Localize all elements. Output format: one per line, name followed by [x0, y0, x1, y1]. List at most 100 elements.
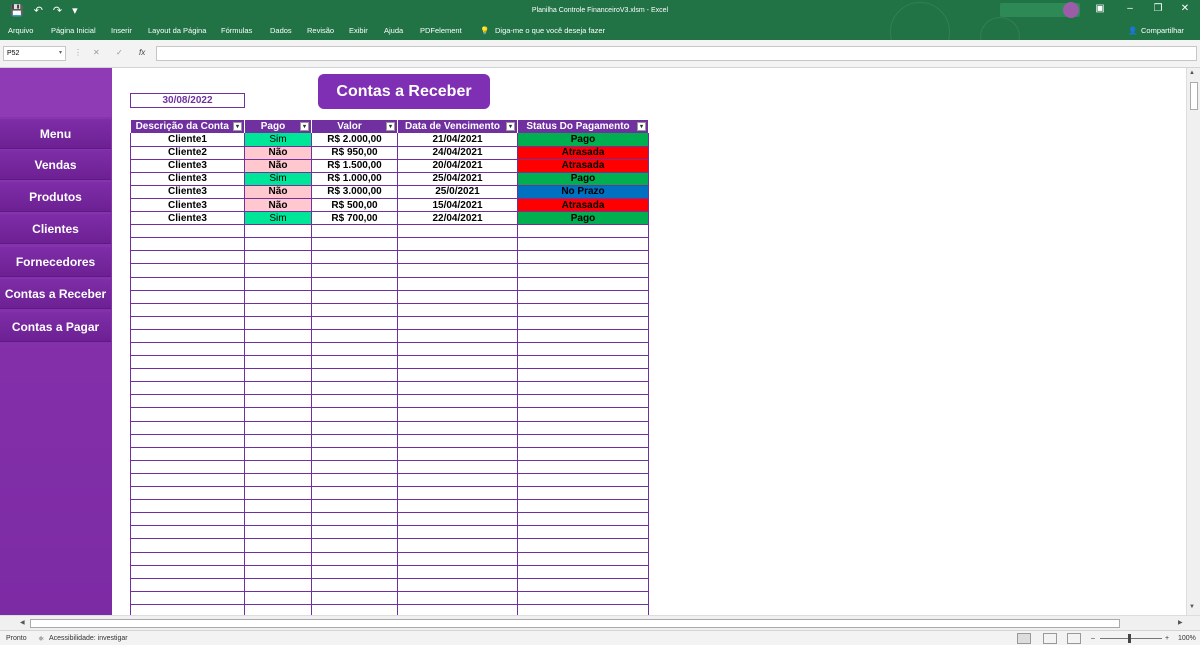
table-cell[interactable] — [130, 381, 245, 396]
scroll-down-icon[interactable]: ▼ — [1189, 604, 1195, 610]
table-cell[interactable] — [244, 552, 312, 566]
table-cell[interactable] — [244, 473, 312, 488]
table-cell[interactable] — [311, 263, 398, 278]
table-cell[interactable] — [517, 591, 649, 605]
table-cell[interactable] — [397, 329, 518, 344]
filter-dropdown-icon[interactable]: ▾ — [506, 122, 515, 131]
table-cell[interactable]: Cliente3 — [130, 211, 245, 226]
table-cell[interactable] — [130, 263, 245, 278]
table-cell[interactable] — [130, 368, 245, 383]
table-cell[interactable]: Cliente3 — [130, 198, 245, 213]
table-cell[interactable] — [244, 447, 312, 461]
zoom-slider[interactable] — [1100, 638, 1162, 639]
table-cell[interactable]: Sim — [244, 211, 312, 226]
table-cell[interactable] — [244, 303, 312, 317]
table-cell[interactable] — [517, 381, 649, 396]
table-cell[interactable] — [311, 224, 398, 239]
column-header[interactable]: Status Do Pagamento ▾ — [517, 120, 649, 133]
table-cell[interactable] — [517, 486, 649, 501]
restore-icon[interactable]: ❐ — [1148, 3, 1168, 14]
zoom-out-icon[interactable]: – — [1091, 635, 1095, 642]
table-cell[interactable]: Cliente2 — [130, 146, 245, 160]
page-title[interactable]: Contas a Receber — [318, 74, 490, 109]
table-cell[interactable]: Atrasada — [517, 198, 649, 213]
table-cell[interactable] — [311, 355, 398, 370]
table-cell[interactable]: Sim — [244, 133, 312, 147]
table-cell[interactable] — [244, 237, 312, 252]
filter-dropdown-icon[interactable]: ▾ — [233, 122, 242, 131]
table-cell[interactable] — [517, 552, 649, 566]
table-cell[interactable] — [130, 250, 245, 265]
table-cell[interactable] — [244, 316, 312, 330]
table-cell[interactable] — [397, 512, 518, 527]
tab-ajuda[interactable]: Ajuda — [384, 26, 403, 35]
close-icon[interactable]: ✕ — [1175, 3, 1195, 14]
table-cell[interactable] — [130, 394, 245, 409]
table-cell[interactable] — [397, 473, 518, 488]
enter-icon[interactable]: ✓ — [116, 48, 123, 57]
sidebar-item-clientes[interactable]: Clientes — [0, 214, 111, 244]
table-cell[interactable] — [311, 499, 398, 514]
table-cell[interactable] — [397, 565, 518, 579]
table-cell[interactable] — [244, 512, 312, 527]
table-cell[interactable] — [397, 447, 518, 461]
column-header[interactable]: Pago ▾ — [244, 120, 312, 133]
table-cell[interactable] — [244, 486, 312, 501]
table-cell[interactable] — [311, 447, 398, 461]
table-cell[interactable]: R$ 700,00 — [311, 211, 398, 226]
table-cell[interactable] — [517, 447, 649, 461]
table-cell[interactable] — [311, 316, 398, 330]
table-cell[interactable] — [130, 591, 245, 605]
filter-dropdown-icon[interactable]: ▾ — [637, 122, 646, 131]
table-cell[interactable] — [311, 368, 398, 383]
insert-function-icon[interactable]: fx — [139, 48, 145, 57]
table-cell[interactable]: Atrasada — [517, 146, 649, 160]
table-cell[interactable]: Não — [244, 198, 312, 213]
tab-exibir[interactable]: Exibir — [349, 26, 368, 35]
table-cell[interactable]: R$ 500,00 — [311, 198, 398, 213]
table-cell[interactable] — [311, 290, 398, 304]
table-cell[interactable] — [244, 381, 312, 396]
table-cell[interactable] — [244, 434, 312, 448]
table-cell[interactable]: Não — [244, 159, 312, 173]
table-cell[interactable] — [130, 316, 245, 330]
table-cell[interactable] — [311, 394, 398, 409]
scroll-up-icon[interactable]: ▲ — [1189, 70, 1195, 76]
table-cell[interactable] — [130, 329, 245, 344]
table-cell[interactable] — [397, 407, 518, 422]
table-cell[interactable] — [244, 538, 312, 553]
table-cell[interactable]: Cliente1 — [130, 133, 245, 147]
table-cell[interactable]: Cliente3 — [130, 172, 245, 186]
chevron-down-icon[interactable]: ▾ — [59, 49, 62, 56]
table-cell[interactable]: Cliente3 — [130, 185, 245, 199]
tab-formulas[interactable]: Fórmulas — [221, 26, 252, 35]
tab-arquivo[interactable]: Arquivo — [8, 26, 33, 35]
table-cell[interactable]: 20/04/2021 — [397, 159, 518, 173]
table-cell[interactable] — [311, 578, 398, 592]
table-cell[interactable] — [130, 512, 245, 527]
table-cell[interactable]: 21/04/2021 — [397, 133, 518, 147]
tab-dados[interactable]: Dados — [270, 26, 292, 35]
table-cell[interactable] — [311, 303, 398, 317]
table-cell[interactable] — [517, 460, 649, 474]
table-cell[interactable]: R$ 950,00 — [311, 146, 398, 160]
table-cell[interactable] — [397, 421, 518, 435]
table-cell[interactable] — [517, 499, 649, 514]
zoom-slider-thumb[interactable] — [1128, 634, 1131, 643]
table-cell[interactable] — [244, 277, 312, 291]
table-cell[interactable] — [397, 263, 518, 278]
zoom-level[interactable]: 100% — [1178, 635, 1196, 642]
table-cell[interactable]: R$ 1.500,00 — [311, 159, 398, 173]
table-cell[interactable] — [517, 277, 649, 291]
table-cell[interactable] — [517, 421, 649, 435]
table-cell[interactable] — [397, 499, 518, 514]
table-cell[interactable] — [311, 525, 398, 540]
table-cell[interactable] — [130, 407, 245, 422]
filter-dropdown-icon[interactable]: ▾ — [386, 122, 395, 131]
table-cell[interactable]: R$ 1.000,00 — [311, 172, 398, 186]
table-cell[interactable] — [130, 434, 245, 448]
table-cell[interactable] — [311, 473, 398, 488]
table-cell[interactable] — [517, 342, 649, 357]
table-cell[interactable] — [397, 394, 518, 409]
table-cell[interactable] — [397, 303, 518, 317]
